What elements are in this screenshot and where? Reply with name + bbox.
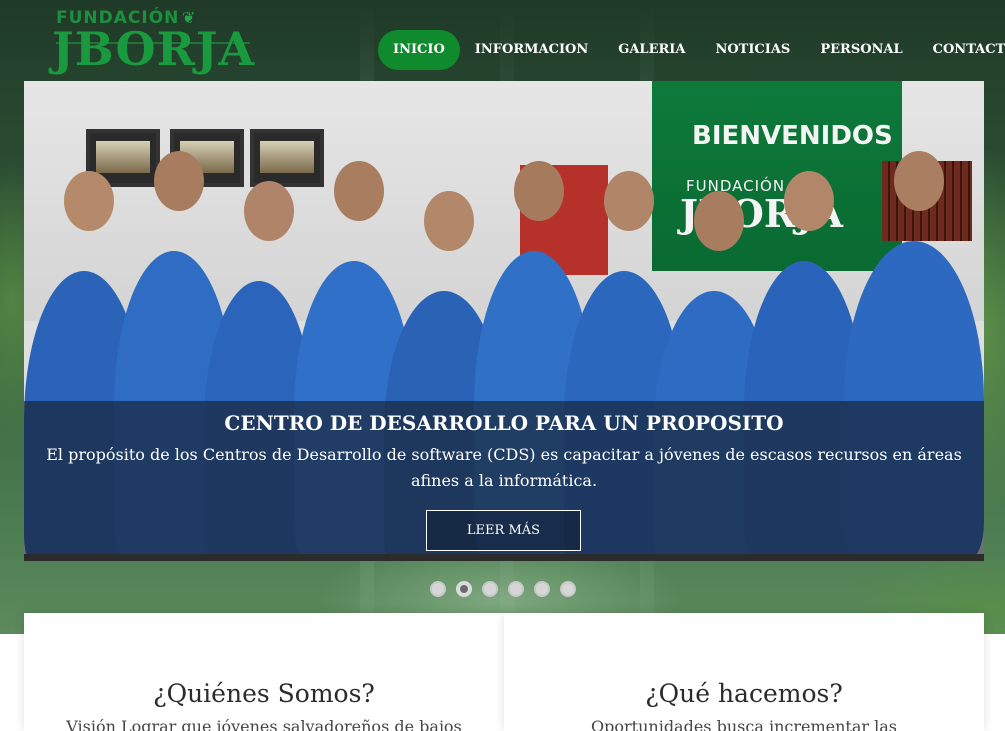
welcome-banner-text: BIENVENIDOS bbox=[692, 121, 893, 151]
nav-item-personal[interactable]: PERSONAL bbox=[805, 30, 917, 70]
slider-pagination bbox=[430, 581, 586, 597]
what-we-do-card-text: Oportunidades busca incrementar las bbox=[591, 717, 897, 731]
site-logo[interactable]: FUNDACIÓN ❦ JBORJA bbox=[52, 8, 256, 76]
nav-item-galeria[interactable]: GALERIA bbox=[603, 30, 700, 70]
about-card-text: Visión Lograr que jóvenes salvadoreños d… bbox=[66, 717, 462, 731]
slider-bottom-bar bbox=[24, 554, 984, 561]
logo-main-text: JBORJA bbox=[52, 22, 256, 76]
nav-item-inicio[interactable]: INICIO bbox=[378, 30, 460, 70]
about-card-title: ¿Quiénes Somos? bbox=[153, 679, 375, 708]
nav-item-informacion[interactable]: INFORMACION bbox=[460, 30, 603, 70]
slider-dot-1[interactable] bbox=[430, 581, 446, 597]
hero-slider[interactable]: BIENVENIDOS FUNDACIÓN JBORJA CENTRO DE D… bbox=[24, 81, 984, 561]
what-we-do-card-title: ¿Qué hacemos? bbox=[645, 679, 843, 708]
slide-title: CENTRO DE DESARROLLO PARA UN PROPOSITO bbox=[224, 411, 784, 435]
slider-dot-6[interactable] bbox=[560, 581, 576, 597]
about-card: ¿Quiénes Somos? Visión Lograr que jóvene… bbox=[24, 613, 504, 731]
slider-dot-2[interactable] bbox=[456, 581, 472, 597]
main-navigation: INICIO INFORMACION GALERIA NOTICIAS PERS… bbox=[378, 30, 1005, 70]
nav-item-contacto[interactable]: CONTACTO bbox=[918, 30, 1005, 70]
slider-dot-4[interactable] bbox=[508, 581, 524, 597]
slider-dot-5[interactable] bbox=[534, 581, 550, 597]
slider-dot-3[interactable] bbox=[482, 581, 498, 597]
read-more-button[interactable]: LEER MÁS bbox=[426, 510, 581, 551]
slide-description: El propósito de los Centros de Desarroll… bbox=[46, 445, 962, 490]
what-we-do-card: ¿Qué hacemos? Oportunidades busca increm… bbox=[504, 613, 984, 731]
nav-item-noticias[interactable]: NOTICIAS bbox=[700, 30, 805, 70]
picture-frame bbox=[250, 129, 324, 187]
